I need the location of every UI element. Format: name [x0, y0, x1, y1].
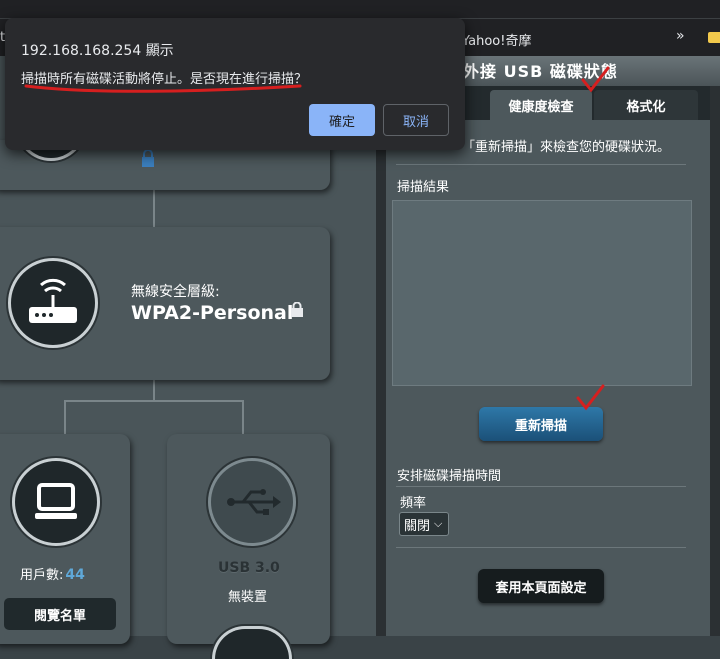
chevron-down-icon: ⌵ — [434, 517, 443, 530]
rescan-button[interactable]: 重新掃描 — [479, 407, 603, 441]
divider — [396, 486, 686, 487]
scan-result-box — [392, 200, 692, 386]
divider — [396, 164, 686, 165]
view-list-button[interactable]: 閱覽名單 — [4, 598, 116, 630]
tab-health-check[interactable]: 健康度檢查 — [490, 90, 592, 120]
map-connector — [242, 400, 244, 436]
divider — [396, 547, 686, 548]
frequency-label: 頻率 — [400, 496, 427, 511]
usb-icon — [208, 458, 296, 546]
security-level-value: WPA2-Personal — [131, 302, 294, 324]
router-icon — [8, 258, 98, 348]
bookmarks-more-icon[interactable]: » — [676, 28, 685, 44]
frequency-value: 關閉 — [404, 518, 431, 534]
usb-title: USB 3.0 — [218, 560, 280, 576]
map-connector — [64, 400, 66, 436]
tab-format[interactable]: 格式化 — [594, 90, 698, 120]
ok-button[interactable]: 確定 — [309, 104, 375, 136]
computer-icon — [12, 458, 100, 546]
security-level-label: 無線安全層級: — [131, 284, 220, 300]
map-connector — [153, 380, 155, 402]
instruction-text: 「重新掃描」來檢查您的硬碟狀況。 — [462, 140, 671, 155]
bookmark-folder-icon[interactable] — [708, 32, 720, 43]
usb-status: 無裝置 — [228, 590, 268, 605]
scan-result-label: 掃描結果 — [397, 180, 450, 195]
cancel-button[interactable]: 取消 — [383, 104, 449, 136]
apply-settings-button[interactable]: 套用本頁面設定 — [478, 569, 604, 603]
bookmark-yahoo[interactable]: Yahoo!奇摩 — [462, 30, 531, 49]
panel-title: 外接 USB 磁碟狀態 — [463, 62, 618, 81]
clients-text: 用戶數: — [20, 568, 64, 583]
lock-small-icon — [142, 150, 154, 167]
map-connector — [153, 190, 155, 228]
map-connector — [64, 400, 244, 402]
dialog-message: 掃描時所有磁碟活動將停止。是否現在進行掃描？ — [21, 72, 308, 87]
clients-count[interactable]: 44 — [65, 567, 84, 583]
schedule-scan-label: 安排磁碟掃描時間 — [397, 469, 502, 484]
clients-label: 用戶數: 44 — [20, 564, 85, 583]
frequency-select[interactable]: 關閉 ⌵ — [399, 512, 449, 536]
lock-icon — [291, 302, 303, 317]
dialog-origin: 192.168.168.254 顯示 — [21, 43, 174, 59]
